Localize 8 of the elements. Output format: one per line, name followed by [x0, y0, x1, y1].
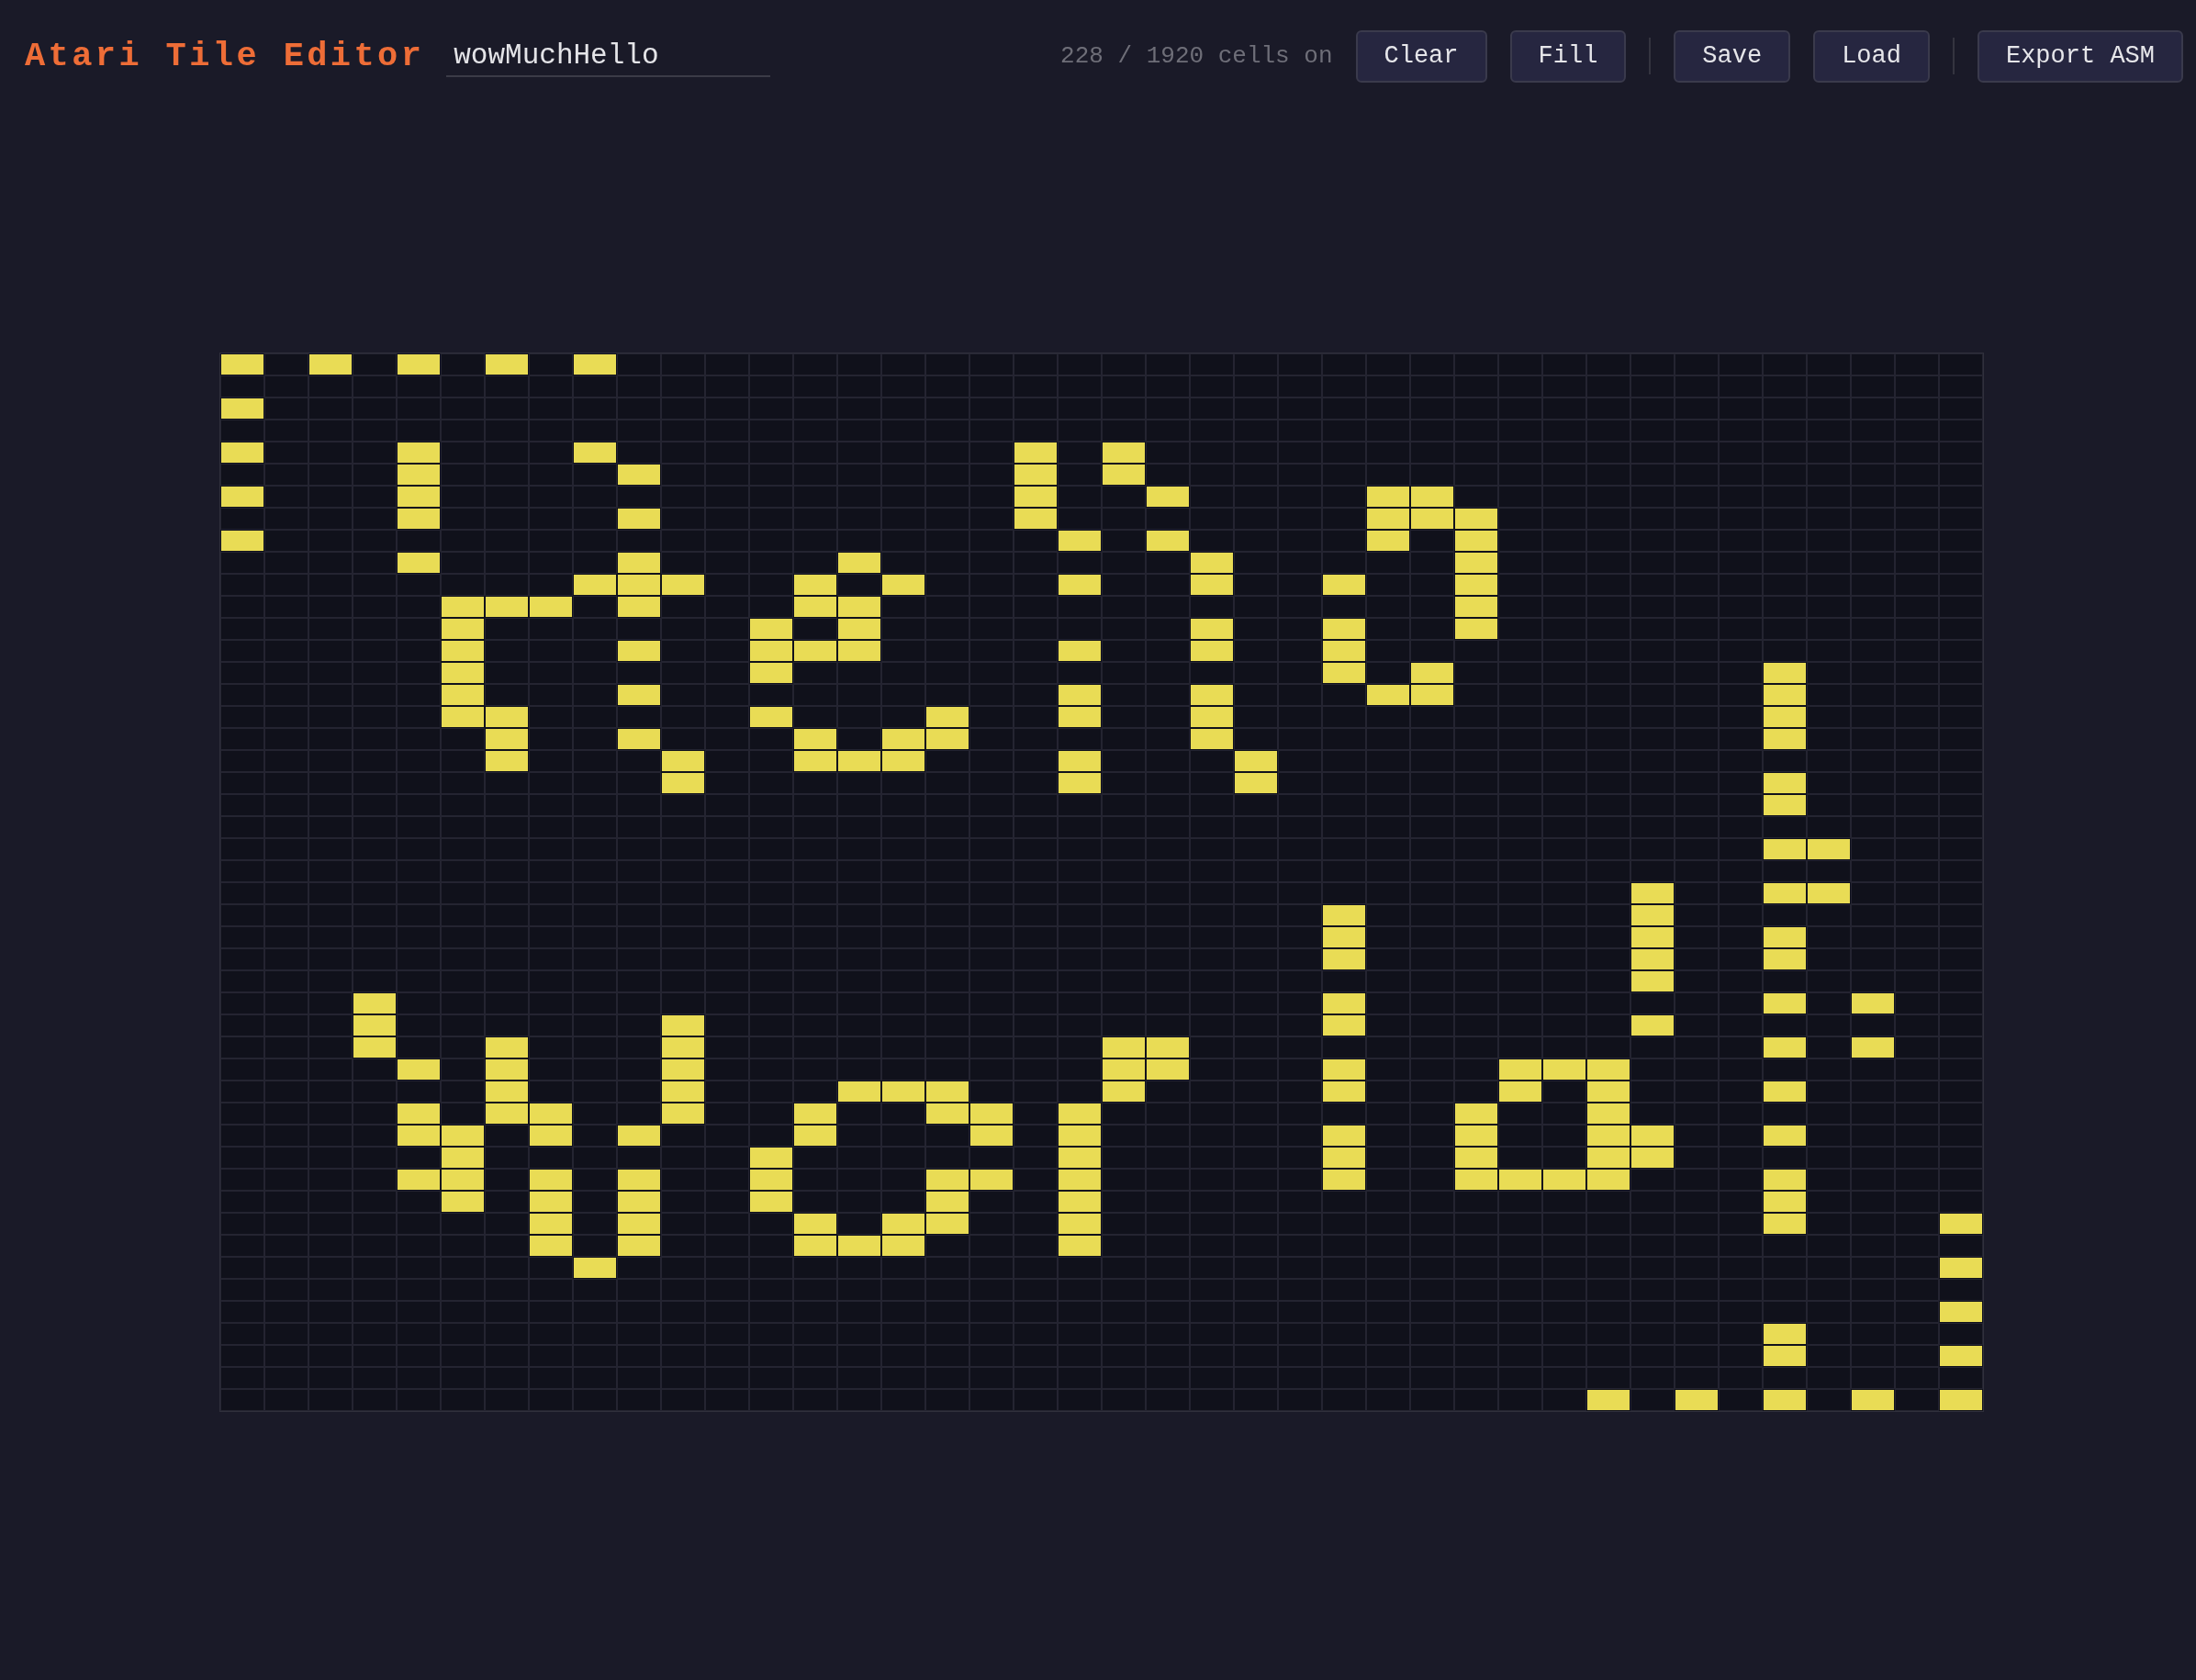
toolbar-button[interactable]: Load: [1813, 29, 1930, 83]
toolbar-button[interactable]: Save: [1674, 29, 1791, 83]
toolbar-button[interactable]: Fill: [1509, 29, 1627, 83]
cell-count: 228 / 1920 cells on: [1060, 42, 1333, 70]
app-title: Atari Tile Editor: [25, 37, 425, 75]
toolbar-button[interactable]: Clear: [1355, 29, 1487, 83]
name-field[interactable]: wowMuchHello: [446, 35, 771, 77]
toolbar-button[interactable]: Export ASM: [1977, 29, 2183, 83]
